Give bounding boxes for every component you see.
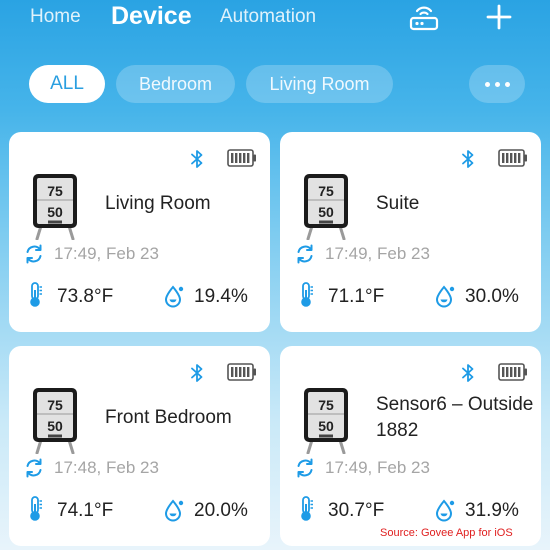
sync-icon[interactable] [23, 243, 45, 270]
hygrometer-device-icon: 75 50 [302, 172, 350, 245]
device-name: Suite [376, 193, 420, 214]
last-sync-time: 17:49, Feb 23 [325, 458, 430, 477]
humidity-drop-icon [162, 498, 186, 527]
svg-text:75: 75 [47, 397, 63, 413]
svg-text:50: 50 [47, 418, 63, 434]
temperature-value: 30.7°F [328, 500, 385, 521]
battery-icon [227, 149, 257, 172]
thermometer-icon [298, 282, 314, 313]
battery-icon [227, 363, 257, 386]
thermometer-icon [298, 496, 314, 527]
thermometer-icon [27, 496, 43, 527]
humidity-value: 20.0% [194, 500, 248, 521]
device-card[interactable]: 75 50 Front Bedroom 17:48, Feb 23 74.1°F… [9, 346, 270, 546]
device-card[interactable]: 75 50 Sensor6 – Outside 1882 17:49, Feb … [280, 346, 541, 546]
svg-text:75: 75 [318, 183, 334, 199]
more-dots-icon [484, 81, 510, 87]
svg-text:50: 50 [47, 204, 63, 220]
device-card[interactable]: 75 50 Suite 17:49, Feb 23 71.1°F 30.0% [280, 132, 541, 332]
humidity-value: 19.4% [194, 286, 248, 307]
battery-icon [498, 149, 528, 172]
humidity-value: 31.9% [465, 500, 519, 521]
last-sync-time: 17:49, Feb 23 [325, 244, 430, 263]
temperature-value: 73.8°F [57, 286, 114, 307]
more-filters-button[interactable] [469, 65, 525, 103]
sync-icon[interactable] [294, 243, 316, 270]
device-name: Living Room [105, 193, 211, 214]
source-note: Source: Govee App for iOS [380, 527, 513, 539]
bluetooth-icon [190, 363, 204, 388]
bluetooth-icon [190, 149, 204, 174]
battery-icon [498, 363, 528, 386]
filter-chip-living-room[interactable]: Living Room [246, 65, 393, 103]
humidity-drop-icon [433, 498, 457, 527]
sync-icon[interactable] [23, 457, 45, 484]
bluetooth-icon [461, 363, 475, 388]
tab-home[interactable]: Home [30, 6, 81, 28]
gateway-icon[interactable] [408, 2, 440, 37]
temperature-value: 71.1°F [328, 286, 385, 307]
device-name: Front Bedroom [105, 407, 232, 428]
svg-text:75: 75 [318, 397, 334, 413]
svg-text:50: 50 [318, 418, 334, 434]
tab-device[interactable]: Device [111, 2, 192, 31]
plus-icon[interactable] [486, 4, 512, 35]
device-card[interactable]: 75 50 Living Room 17:49, Feb 23 73.8°F 1… [9, 132, 270, 332]
svg-text:50: 50 [318, 204, 334, 220]
temperature-value: 74.1°F [57, 500, 114, 521]
tab-automation[interactable]: Automation [220, 6, 316, 28]
sync-icon[interactable] [294, 457, 316, 484]
bluetooth-icon [461, 149, 475, 174]
hygrometer-device-icon: 75 50 [302, 386, 350, 459]
humidity-drop-icon [433, 284, 457, 313]
humidity-value: 30.0% [465, 286, 519, 307]
top-navigation: Home Device Automation [0, 0, 550, 40]
svg-text:75: 75 [47, 183, 63, 199]
thermometer-icon [27, 282, 43, 313]
last-sync-time: 17:48, Feb 23 [54, 458, 159, 477]
last-sync-time: 17:49, Feb 23 [54, 244, 159, 263]
filter-chip-all[interactable]: ALL [29, 65, 105, 103]
hygrometer-device-icon: 75 50 [31, 386, 79, 459]
hygrometer-device-icon: 75 50 [31, 172, 79, 245]
humidity-drop-icon [162, 284, 186, 313]
device-name: Sensor6 – Outside 1882 [376, 394, 534, 441]
filter-chip-bedroom[interactable]: Bedroom [116, 65, 235, 103]
